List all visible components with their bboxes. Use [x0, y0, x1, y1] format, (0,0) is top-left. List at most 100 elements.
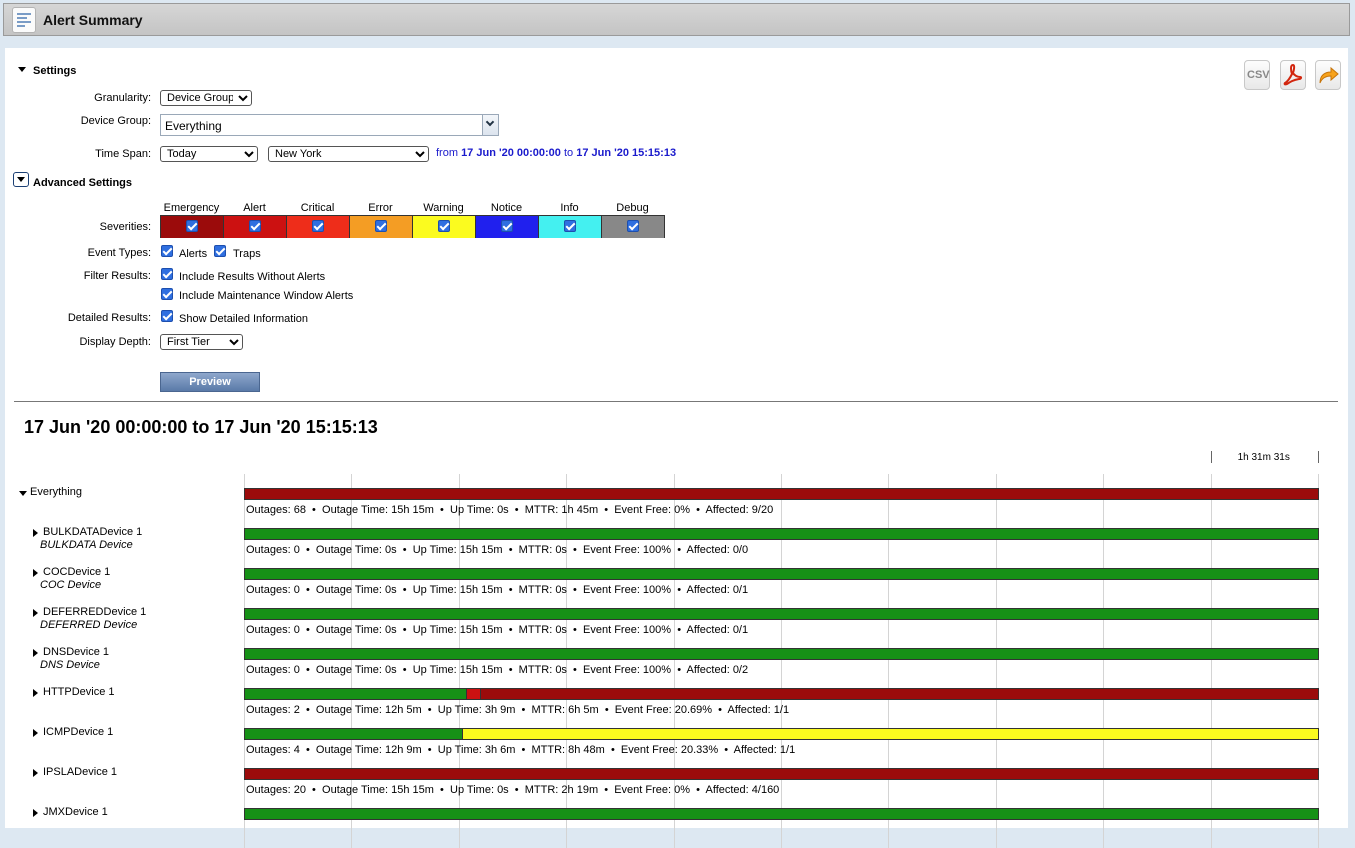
- tree-node-name[interactable]: BULKDATADevice 1: [43, 526, 142, 538]
- tree-node-name[interactable]: ICMPDevice 1: [43, 726, 113, 738]
- display-depth-label: Display Depth:: [79, 336, 151, 348]
- time-span-select[interactable]: Today: [160, 146, 258, 162]
- settings-section-label[interactable]: Settings: [33, 65, 76, 77]
- tree-node-name[interactable]: HTTPDevice 1: [43, 686, 115, 698]
- stat-value: Up Time: 3h 6m: [437, 744, 516, 756]
- stats-separator: •: [598, 704, 615, 716]
- severity-checkbox-notice[interactable]: [501, 220, 513, 232]
- severity-cell-critical: [287, 216, 350, 238]
- severity-checkbox-debug[interactable]: [627, 220, 639, 232]
- device-group-combo[interactable]: Everything: [160, 114, 499, 136]
- share-button[interactable]: [1315, 60, 1341, 90]
- severity-cell-alert: [224, 216, 287, 238]
- time-span-label: Time Span:: [95, 148, 151, 160]
- report-icon: [12, 7, 36, 33]
- tree-node-name[interactable]: IPSLADevice 1: [43, 766, 117, 778]
- tree-collapsed-icon[interactable]: [33, 649, 38, 657]
- tree-node-name[interactable]: COCDevice 1: [43, 566, 110, 578]
- include-without-alerts-checkbox[interactable]: [161, 268, 173, 280]
- stats-separator: •: [433, 504, 450, 516]
- stat-value: Up Time: 15h 15m: [412, 584, 503, 596]
- stat-value: Event Free: 100%: [583, 664, 672, 676]
- traps-checkbox[interactable]: [214, 245, 226, 257]
- severity-checkbox-error[interactable]: [375, 220, 387, 232]
- tree-collapsed-icon[interactable]: [33, 729, 38, 737]
- granularity-select[interactable]: Device Group: [160, 90, 252, 106]
- stats-separator: •: [515, 744, 532, 756]
- stats-separator: •: [566, 664, 584, 676]
- preview-button[interactable]: Preview: [160, 372, 260, 392]
- timeline-scale-label: 1h 31m 31s: [1237, 452, 1290, 463]
- pdf-export-button[interactable]: [1280, 60, 1306, 90]
- tree-node-name[interactable]: DNSDevice 1: [43, 646, 109, 658]
- show-detailed-label: Show Detailed Information: [179, 313, 309, 325]
- tree-collapsed-icon[interactable]: [33, 569, 38, 577]
- time-span-range: from 17 Jun '20 00:00:00 to 17 Jun '20 1…: [436, 147, 677, 159]
- tree-collapsed-icon[interactable]: [33, 529, 38, 537]
- timeline-segment-outage[interactable]: [244, 768, 1319, 780]
- timeline-segment-up[interactable]: [244, 808, 1319, 820]
- traps-checkbox-label: Traps: [233, 248, 261, 260]
- advanced-settings-label[interactable]: Advanced Settings: [33, 177, 132, 189]
- severity-checkbox-warning[interactable]: [438, 220, 450, 232]
- timeline-segment-outage[interactable]: [244, 488, 1319, 500]
- stat-value: Outage Time: 15h 15m: [322, 504, 434, 516]
- timeline-segment-up[interactable]: [244, 568, 1319, 580]
- tree-node-name[interactable]: Everything: [30, 486, 82, 498]
- severity-checkbox-emergency[interactable]: [186, 220, 198, 232]
- stat-value: Up Time: 3h 9m: [437, 704, 516, 716]
- device-group-dropdown-button[interactable]: [482, 115, 498, 135]
- stats-separator: •: [396, 624, 413, 636]
- tree-collapsed-icon[interactable]: [33, 769, 38, 777]
- tree-node-name[interactable]: JMXDevice 1: [43, 806, 108, 818]
- stat-value: MTTR: 0s: [518, 624, 567, 636]
- stats-separator: •: [305, 504, 323, 516]
- tree-collapsed-icon[interactable]: [33, 809, 38, 817]
- stat-value: Affected: 0/0: [686, 544, 749, 556]
- stats-separator: •: [508, 784, 525, 796]
- row-stats: Outages: 2 • Outage Time: 12h 5m • Up Ti…: [246, 704, 789, 716]
- stat-value: Outages: 4: [246, 744, 300, 756]
- severity-checkbox-alert[interactable]: [249, 220, 261, 232]
- tree-collapsed-icon[interactable]: [33, 689, 38, 697]
- stat-value: Outage Time: 0s: [315, 584, 397, 596]
- tree-expanded-icon[interactable]: [19, 491, 27, 496]
- severity-header-error: Error: [368, 202, 393, 214]
- timeline-segment-up[interactable]: [244, 528, 1319, 540]
- tree-collapsed-icon[interactable]: [33, 609, 38, 617]
- main-panel: CSV Settings Granularity: Device Group D…: [5, 48, 1348, 848]
- stat-value: MTTR: 2h 19m: [524, 784, 599, 796]
- timeline-segment-outage[interactable]: [480, 688, 1319, 700]
- csv-export-button[interactable]: CSV: [1244, 60, 1270, 90]
- stats-separator: •: [690, 504, 706, 516]
- advanced-settings-toggle[interactable]: [13, 172, 29, 187]
- stats-separator: •: [305, 784, 323, 796]
- device-group-value: Everything: [165, 119, 222, 133]
- alerts-checkbox[interactable]: [161, 245, 173, 257]
- display-depth-select[interactable]: First Tier: [160, 334, 243, 350]
- granularity-label: Granularity:: [94, 92, 151, 104]
- timeline-segment-up[interactable]: [244, 608, 1319, 620]
- severity-cell-warning: [413, 216, 476, 238]
- stat-value: Outage Time: 15h 15m: [322, 784, 434, 796]
- stat-value: Up Time: 15h 15m: [412, 664, 503, 676]
- timezone-select[interactable]: New York: [268, 146, 429, 162]
- timeline-segment-up[interactable]: [244, 688, 467, 700]
- show-detailed-checkbox[interactable]: [161, 310, 173, 322]
- stats-separator: •: [671, 624, 687, 636]
- severity-checkbox-critical[interactable]: [312, 220, 324, 232]
- timeline-segment-up[interactable]: [244, 728, 463, 740]
- stat-value: Outages: 0: [246, 584, 300, 596]
- timeline-segment-warning[interactable]: [462, 728, 1319, 740]
- filter-results-label: Filter Results:: [83, 270, 151, 282]
- caret-down-icon: [17, 177, 25, 182]
- include-maintenance-checkbox[interactable]: [161, 288, 173, 300]
- severity-checkbox-info[interactable]: [564, 220, 576, 232]
- timeline-segment-up[interactable]: [244, 648, 1319, 660]
- tree-node-name[interactable]: DEFERREDDevice 1: [43, 606, 146, 618]
- stats-separator: •: [566, 624, 584, 636]
- settings-collapse-icon[interactable]: [18, 67, 26, 72]
- stats-separator: •: [421, 704, 438, 716]
- timeline-segment-alert[interactable]: [466, 688, 481, 700]
- row-stats: Outages: 68 • Outage Time: 15h 15m • Up …: [246, 504, 773, 516]
